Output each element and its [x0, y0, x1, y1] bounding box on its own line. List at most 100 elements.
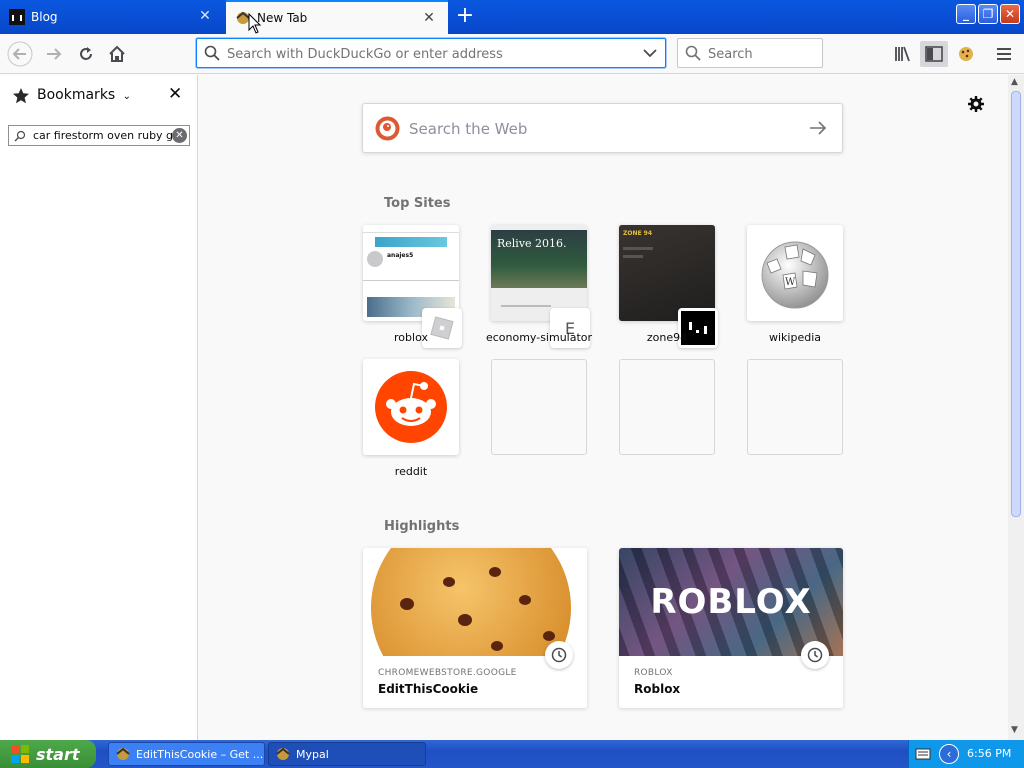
system-tray: ‹ 6:56 PM: [908, 740, 1024, 768]
highlight-host: CHROMEWEBSTORE.GOOGLE: [378, 668, 517, 678]
reload-button[interactable]: [72, 41, 100, 67]
chevron-down-icon: ⌄: [122, 91, 132, 102]
web-search-input[interactable]: [409, 119, 789, 139]
cookie-icon: [959, 47, 973, 61]
cookie-image-icon: [371, 548, 571, 656]
start-label: start: [36, 744, 80, 764]
arrow-right-icon[interactable]: [809, 120, 827, 136]
clock-icon: [801, 641, 829, 669]
top-site-reddit[interactable]: reddit: [363, 359, 459, 479]
reddit-logo-icon: [375, 371, 447, 443]
search-icon: [685, 45, 701, 61]
search-input[interactable]: [708, 45, 808, 63]
taskbar-item-mypal[interactable]: Mypal: [268, 742, 426, 766]
reload-icon: [80, 47, 92, 60]
site-label: zone94: [646, 331, 688, 344]
restore-button[interactable]: ❐: [978, 4, 998, 24]
sidebar-icon: [925, 46, 943, 62]
search-box[interactable]: [677, 38, 823, 68]
site-label: wikipedia: [768, 331, 821, 344]
mypal-app-icon: [116, 747, 130, 760]
empty-top-site-slot[interactable]: [747, 359, 843, 455]
menu-button[interactable]: [990, 41, 1018, 67]
highlight-image: [363, 548, 587, 656]
bookmarks-search-field[interactable]: ✕: [8, 125, 190, 146]
highlight-host: ROBLOX: [634, 668, 673, 678]
mypal-app-icon: [276, 747, 290, 760]
clock-text: 6:56 PM: [967, 747, 1012, 760]
highlight-image: ROBLOX: [619, 548, 843, 656]
address-bar[interactable]: [196, 38, 666, 68]
svg-text:W: W: [785, 277, 796, 288]
back-arrow-icon: [7, 41, 33, 67]
new-tab-plus-icon[interactable]: +: [452, 5, 478, 29]
back-button[interactable]: [6, 41, 34, 67]
thumbnail-heading: Relive 2016.: [497, 237, 567, 250]
scrollbar-thumb[interactable]: [1011, 91, 1021, 517]
profile-name-text: anajes5: [387, 252, 414, 259]
tab-close-icon[interactable]: ✕: [198, 9, 212, 23]
bookmarks-search-input[interactable]: [33, 128, 173, 143]
blog-favicon-icon: [9, 9, 25, 25]
home-button[interactable]: [103, 41, 131, 67]
sidebar-close-icon[interactable]: ✕: [168, 84, 186, 104]
top-site-wikipedia[interactable]: W wikipedia: [747, 225, 843, 345]
star-icon: [13, 88, 29, 104]
scroll-up-icon[interactable]: ▲: [1011, 77, 1018, 87]
minimize-button[interactable]: _: [956, 4, 976, 24]
page-scrollbar[interactable]: ▲ ▼: [1008, 75, 1024, 740]
start-button[interactable]: start: [0, 740, 96, 768]
site-label: roblox: [394, 331, 428, 344]
tab-title: New Tab: [257, 11, 308, 25]
search-icon: [204, 45, 220, 61]
search-icon: [14, 130, 26, 142]
sidebar-title-dropdown[interactable]: Bookmarks ⌄: [37, 87, 131, 103]
tab-blog[interactable]: Blog ✕: [0, 0, 224, 34]
clear-search-icon[interactable]: ✕: [172, 128, 187, 143]
site-thumbnail: W: [747, 225, 843, 321]
nav-toolbar: [0, 34, 1024, 74]
sidebar-toggle-button[interactable]: [920, 41, 948, 67]
forward-button[interactable]: [40, 41, 68, 67]
empty-top-site-slot[interactable]: [619, 359, 715, 455]
mouse-cursor-icon: [248, 13, 262, 34]
roblox-wordmark: ROBLOX: [650, 582, 812, 622]
site-label: economy-simulator: [485, 331, 593, 344]
close-window-button[interactable]: ✕: [1000, 4, 1020, 24]
top-sites-heading: Top Sites: [384, 196, 451, 211]
new-tab-page: Top Sites anajes5 roblox Relive 2016. E …: [198, 75, 1008, 740]
top-site-roblox[interactable]: anajes5 roblox: [363, 225, 462, 348]
duckduckgo-logo-icon: [375, 116, 400, 141]
library-button[interactable]: [888, 41, 916, 67]
thumbnail-heading: ZONE 94: [623, 230, 653, 237]
chevron-down-icon[interactable]: [643, 48, 657, 58]
highlight-card-editthiscookie[interactable]: CHROMEWEBSTORE.GOOGLE EditThisCookie: [363, 548, 587, 708]
top-site-zone94[interactable]: ZONE 94 zone94: [619, 225, 718, 348]
sidebar-header: Bookmarks ⌄ ✕: [0, 75, 198, 115]
tray-expand-icon[interactable]: ‹: [939, 744, 959, 764]
clock-icon: [545, 641, 573, 669]
web-search-box[interactable]: [362, 103, 843, 153]
gear-icon[interactable]: [967, 95, 985, 113]
site-thumbnail: [363, 359, 459, 455]
url-input[interactable]: [227, 44, 637, 64]
library-icon: [895, 46, 910, 62]
wikipedia-globe-icon: W: [761, 241, 829, 309]
keyboard-icon[interactable]: [915, 747, 931, 761]
tab-close-icon[interactable]: ✕: [422, 11, 436, 25]
highlight-card-roblox[interactable]: ROBLOX ROBLOX Roblox: [619, 548, 843, 708]
windows-taskbar: start EditThisCookie – Get ... Mypal ‹ 6…: [0, 740, 1024, 768]
home-icon: [109, 45, 125, 62]
tab-title: Blog: [31, 10, 58, 24]
cookie-extension-button[interactable]: [952, 41, 980, 67]
site-label: reddit: [394, 465, 428, 478]
highlight-title: EditThisCookie: [378, 682, 479, 696]
empty-top-site-slot[interactable]: [491, 359, 587, 455]
forward-arrow-icon: [47, 48, 62, 60]
taskbar-item-editthiscookie[interactable]: EditThisCookie – Get ...: [108, 742, 265, 766]
site-thumbnail: Relive 2016.: [491, 225, 587, 321]
top-site-economy-simulator[interactable]: Relive 2016. E economy-simulator: [486, 225, 592, 348]
scroll-down-icon[interactable]: ▼: [1011, 725, 1018, 735]
highlight-title: Roblox: [634, 682, 681, 696]
tab-strip: Blog ✕ New Tab ✕ + _ ❐ ✕: [0, 0, 1024, 34]
